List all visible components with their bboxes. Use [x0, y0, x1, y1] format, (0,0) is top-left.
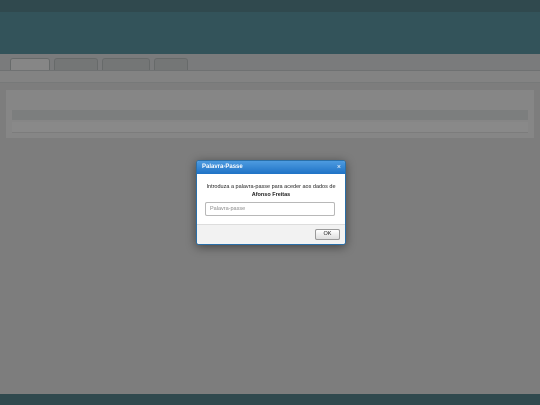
dialog-title: Palavra-Passe — [202, 164, 243, 170]
password-dialog: Palavra-Passe × Introduza a palavra-pass… — [196, 160, 346, 245]
close-icon[interactable]: × — [337, 161, 341, 174]
dialog-footer: OK — [197, 224, 345, 244]
dialog-message-text: Introduza a palavra-passe para aceder ao… — [206, 184, 336, 190]
dialog-message: Introduza a palavra-passe para aceder ao… — [197, 183, 345, 199]
dialog-title-bar: Palavra-Passe — [197, 161, 345, 174]
student-name: Afonso Freitas — [251, 192, 291, 198]
ok-button[interactable]: OK — [315, 229, 340, 240]
password-input[interactable] — [205, 202, 335, 216]
